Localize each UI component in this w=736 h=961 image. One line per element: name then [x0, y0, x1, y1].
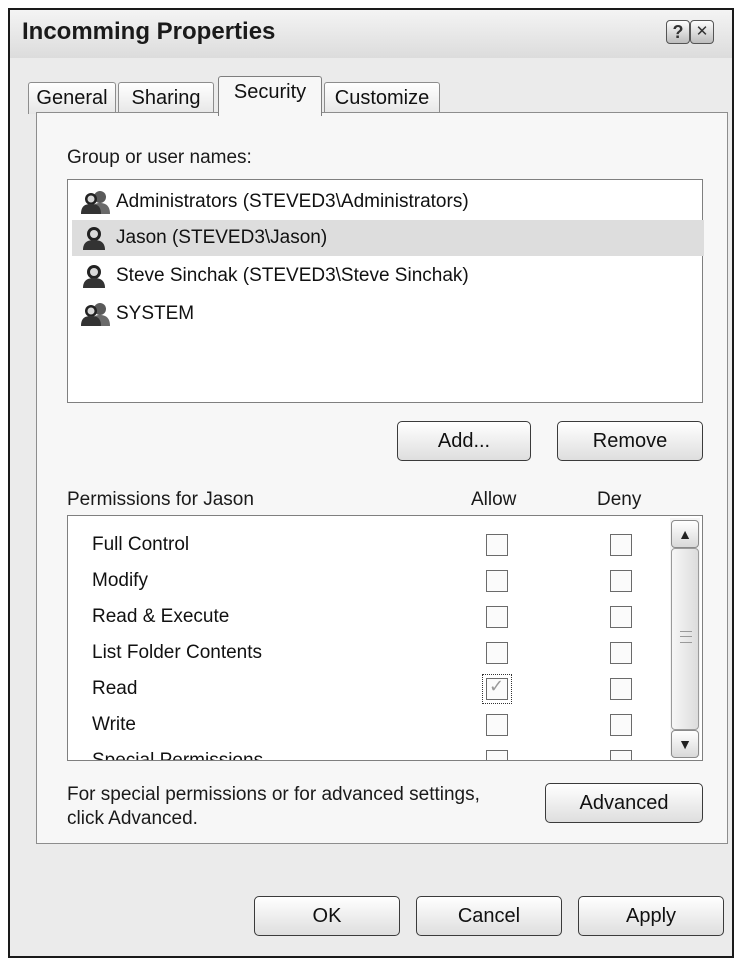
permission-row: List Folder Contents: [68, 636, 668, 672]
permission-row: Full Control: [68, 528, 668, 564]
grip-icon: [680, 631, 692, 643]
group-names-label: Group or user names:: [67, 147, 252, 168]
allow-checkbox[interactable]: [486, 750, 508, 760]
allow-checkbox[interactable]: ✓: [482, 674, 512, 704]
title-bar[interactable]: Incomming Properties ? ✕: [10, 10, 732, 58]
remove-button[interactable]: Remove: [557, 421, 703, 461]
deny-column-header: Deny: [597, 489, 642, 510]
permission-name: Modify: [92, 570, 148, 591]
close-button[interactable]: ✕: [690, 20, 714, 44]
add-button[interactable]: Add...: [397, 421, 531, 461]
permission-row: Read & Execute: [68, 600, 668, 636]
user-row-jason[interactable]: Jason (STEVED3\Jason): [72, 220, 704, 256]
properties-dialog: Incomming Properties ? ✕ General Sharing…: [8, 8, 734, 958]
help-button[interactable]: ?: [666, 20, 690, 44]
tab-general[interactable]: General: [28, 82, 116, 114]
cancel-button[interactable]: Cancel: [416, 896, 562, 936]
user-name: Jason (STEVED3\Jason): [116, 227, 328, 248]
user-name: Administrators (STEVED3\Administrators): [116, 191, 469, 212]
user-name: Steve Sinchak (STEVED3\Steve Sinchak): [116, 265, 469, 286]
permission-name: List Folder Contents: [92, 642, 263, 663]
permission-name: Full Control: [92, 534, 190, 555]
scroll-up-icon[interactable]: ▲: [671, 520, 699, 548]
deny-checkbox[interactable]: [610, 606, 632, 628]
advanced-hint-line: For special permissions or for advanced …: [67, 784, 480, 805]
security-panel: Group or user names: Administrators (STE…: [36, 112, 728, 844]
allow-checkbox[interactable]: [486, 714, 508, 736]
deny-checkbox[interactable]: [610, 714, 632, 736]
deny-checkbox[interactable]: [610, 750, 632, 760]
deny-checkbox[interactable]: [610, 534, 632, 556]
user-row-system[interactable]: SYSTEM: [72, 296, 704, 332]
dialog-title: Incomming Properties: [22, 18, 276, 45]
user-row-steve-sinchak[interactable]: Steve Sinchak (STEVED3\Steve Sinchak): [72, 258, 704, 294]
check-icon: ✓: [489, 676, 505, 696]
deny-checkbox[interactable]: [610, 642, 632, 664]
group-users-icon: [81, 303, 110, 326]
permission-name: Read: [92, 678, 138, 699]
permission-name: Write: [92, 714, 136, 735]
ok-button[interactable]: OK: [254, 896, 400, 936]
permission-name: Read & Execute: [92, 606, 230, 627]
advanced-button[interactable]: Advanced: [545, 783, 703, 823]
tab-security[interactable]: Security: [218, 76, 322, 116]
user-name: SYSTEM: [116, 303, 195, 324]
permission-row: Read ✓: [68, 672, 668, 708]
permission-row: Modify: [68, 564, 668, 600]
allow-checkbox[interactable]: [486, 570, 508, 592]
permission-name: Special Permissions: [92, 750, 264, 761]
scroll-down-icon[interactable]: ▼: [671, 730, 699, 758]
deny-checkbox[interactable]: [610, 570, 632, 592]
permissions-list[interactable]: Full Control Modify Read & Execute List Fol…: [67, 515, 703, 761]
permissions-label: Permissions for Jason: [67, 489, 254, 510]
permission-row: Write: [68, 708, 668, 744]
user-icon: [83, 265, 105, 288]
allow-checkbox[interactable]: [486, 534, 508, 556]
advanced-hint-line: click Advanced.: [67, 808, 198, 829]
scrollbar-thumb[interactable]: [671, 548, 699, 730]
user-icon: [83, 227, 105, 250]
apply-button[interactable]: Apply: [578, 896, 724, 936]
permissions-scrollbar[interactable]: ▲ ▼: [670, 518, 700, 758]
allow-column-header: Allow: [471, 489, 517, 510]
advanced-hint: For special permissions or for advanced …: [67, 783, 480, 831]
user-row-administrators[interactable]: Administrators (STEVED3\Administrators): [72, 184, 704, 220]
allow-checkbox[interactable]: [486, 642, 508, 664]
user-list[interactable]: Administrators (STEVED3\Administrators) …: [67, 179, 704, 403]
tab-sharing[interactable]: Sharing: [118, 82, 214, 114]
allow-checkbox[interactable]: [486, 606, 508, 628]
deny-checkbox[interactable]: [610, 678, 632, 700]
permission-row: Special Permissions: [68, 744, 668, 761]
group-users-icon: [81, 191, 110, 214]
tab-customize[interactable]: Customize: [324, 82, 440, 114]
